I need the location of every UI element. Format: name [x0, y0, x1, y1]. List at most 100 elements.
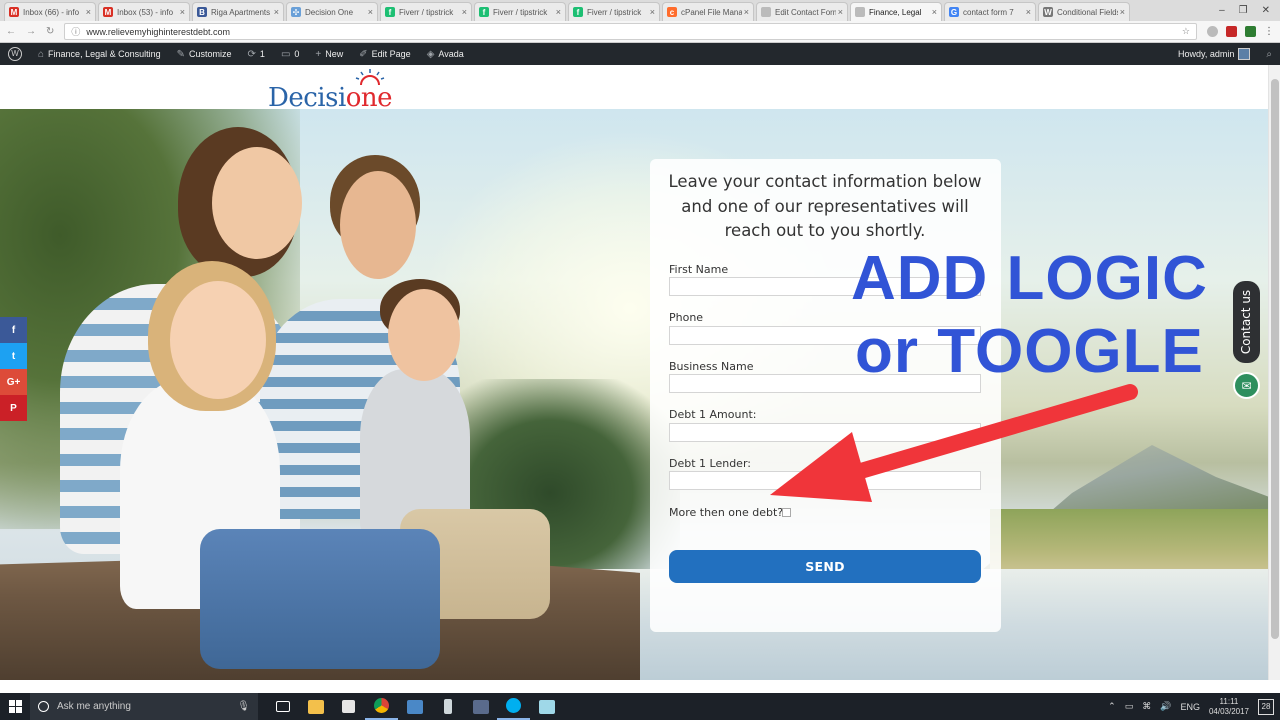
plus-icon: +	[315, 48, 322, 60]
file-explorer-icon[interactable]	[299, 693, 332, 720]
back-icon[interactable]: ←	[6, 26, 16, 37]
url-input[interactable]: ⓘ www.relievemyhighinterestdebt.com ☆	[64, 23, 1197, 40]
edit-page-link[interactable]: ✐ Edit Page	[351, 43, 418, 65]
browser-tab[interactable]: B Riga Apartments ×	[192, 2, 284, 21]
tab-close-icon[interactable]: ×	[744, 7, 749, 17]
fiverr-icon: f	[573, 7, 583, 17]
tab-close-icon[interactable]: ×	[274, 7, 279, 17]
tab-close-icon[interactable]: ×	[556, 7, 561, 17]
customize-label: Customize	[189, 49, 232, 59]
gmail-icon: M	[9, 7, 19, 17]
page-scrollbar[interactable]	[1268, 65, 1280, 680]
tab-title: Edit Contact Form	[775, 7, 836, 17]
skype-icon[interactable]	[497, 693, 530, 720]
start-button[interactable]	[0, 693, 30, 720]
annotation-line-2: or TOOGLE	[855, 317, 1204, 386]
tab-close-icon[interactable]: ×	[86, 7, 91, 17]
social-share-bar: f t G+ P	[0, 317, 27, 421]
tab-close-icon[interactable]: ×	[932, 7, 937, 17]
browser-tab[interactable]: M Inbox (66) - info ×	[4, 2, 96, 21]
address-bar: ← → ↻ ⓘ www.relievemyhighinterestdebt.co…	[0, 21, 1280, 43]
updates-link[interactable]: ⟳ 1	[240, 43, 273, 65]
browser-tab-strip: M Inbox (66) - info × M Inbox (53) - info × B R…	[0, 0, 1280, 21]
extension-icon[interactable]	[1207, 26, 1218, 37]
notification-center-icon[interactable]: 28	[1258, 698, 1274, 715]
facebook-share-icon[interactable]: f	[0, 317, 27, 343]
twitter-share-icon[interactable]: t	[0, 343, 27, 369]
avada-link[interactable]: ◈ Avada	[419, 43, 472, 65]
tab-close-icon[interactable]: ×	[462, 7, 467, 17]
app-icon-2[interactable]	[530, 693, 563, 720]
browser-tab[interactable]: c cPanel File Manager×	[662, 2, 754, 21]
clock-time: 11:11	[1219, 696, 1239, 706]
chrome-icon[interactable]	[365, 693, 398, 720]
pencil-icon: ✐	[359, 48, 368, 60]
tab-close-icon[interactable]: ×	[368, 7, 373, 17]
howdy-label: Howdy, admin	[1178, 49, 1235, 59]
fiverr-icon: f	[385, 7, 395, 17]
browser-tab[interactable]: W Conditional Fields ×	[1038, 2, 1130, 21]
browser-tab[interactable]: f Fiverr / tipstrick ×	[474, 2, 566, 21]
browser-tab[interactable]: f Fiverr / tipstrick ×	[380, 2, 472, 21]
extension-icon[interactable]	[1245, 26, 1256, 37]
battery-icon[interactable]: ▭	[1125, 701, 1134, 712]
usb-tool-icon[interactable]	[431, 693, 464, 720]
page-viewport: Decisione Leave your contact information…	[0, 65, 1268, 680]
page-icon	[761, 7, 771, 17]
volume-icon[interactable]: 🔊	[1160, 701, 1171, 712]
browser-tab[interactable]: Edit Contact Form ×	[756, 2, 848, 21]
phone-label: Phone	[669, 311, 704, 324]
notification-count: 28	[1261, 702, 1271, 711]
tab-title: Fiverr / tipstrick	[493, 7, 548, 17]
new-content-link[interactable]: + New	[307, 43, 351, 65]
wordpress-logo-icon[interactable]: W	[0, 43, 30, 65]
new-label: New	[325, 49, 344, 59]
comments-count: 0	[294, 49, 300, 59]
browser-tab[interactable]: Finance, Legal ×	[850, 2, 942, 21]
scrollbar-thumb[interactable]	[1271, 79, 1279, 639]
mail-icon[interactable]: ✉	[1233, 372, 1260, 399]
clock[interactable]: 11:11 04/03/2017	[1209, 697, 1249, 717]
first-name-label: First Name	[669, 263, 729, 276]
tab-close-icon[interactable]: ×	[1120, 7, 1125, 17]
reload-icon[interactable]: ↻	[46, 26, 54, 37]
pinterest-share-icon[interactable]: P	[0, 395, 27, 421]
site-name-label: Finance, Legal & Consulting	[48, 49, 161, 59]
tab-close-icon[interactable]: ×	[180, 7, 185, 17]
browser-tab[interactable]: f Fiverr / tipstrick ×	[568, 2, 660, 21]
minimize-icon[interactable]: –	[1219, 5, 1225, 16]
browser-tab[interactable]: M Inbox (53) - info ×	[98, 2, 190, 21]
extension-icon[interactable]	[1226, 26, 1237, 37]
site-name-link[interactable]: ⌂ Finance, Legal & Consulting	[30, 43, 169, 65]
tab-close-icon[interactable]: ×	[838, 7, 843, 17]
forward-icon[interactable]: →	[26, 26, 36, 37]
language-indicator[interactable]: ENG	[1180, 702, 1200, 712]
logo-sun-icon	[355, 69, 385, 85]
app-icon[interactable]	[464, 693, 497, 720]
google-plus-share-icon[interactable]: G+	[0, 369, 27, 395]
admin-search-icon[interactable]: ⌕	[1258, 43, 1280, 65]
taskbar-search[interactable]: Ask me anything 🎙	[30, 693, 258, 720]
menu-icon[interactable]: ⋮	[1264, 26, 1274, 37]
tab-close-icon[interactable]: ×	[1026, 7, 1031, 17]
store-icon[interactable]	[332, 693, 365, 720]
task-view-icon[interactable]	[266, 693, 299, 720]
contact-us-tab[interactable]: Contact us	[1233, 281, 1260, 363]
send-button[interactable]: SEND	[669, 550, 981, 583]
comments-link[interactable]: ▭ 0	[273, 43, 307, 65]
tab-close-icon[interactable]: ×	[650, 7, 655, 17]
dashboard-icon: ⌂	[38, 48, 45, 60]
browser-tab[interactable]: ✣ Decision One ×	[286, 2, 378, 21]
close-icon[interactable]: ✕	[1262, 5, 1270, 16]
browser-tab[interactable]: Gcontact form 7 ×	[944, 2, 1036, 21]
microphone-icon[interactable]: 🎙	[237, 701, 250, 712]
windows-logo-icon	[8, 700, 22, 713]
account-menu[interactable]: Howdy, admin	[1170, 43, 1258, 65]
sublime-icon[interactable]	[398, 693, 431, 720]
maximize-icon[interactable]: ❐	[1239, 5, 1248, 16]
bookmark-star-icon[interactable]: ☆	[1182, 26, 1190, 37]
tray-expand-icon[interactable]: ⌃	[1108, 701, 1116, 712]
man-face	[340, 171, 416, 279]
network-icon[interactable]: ⌘	[1142, 701, 1151, 712]
customize-link[interactable]: ✎ Customize	[169, 43, 240, 65]
